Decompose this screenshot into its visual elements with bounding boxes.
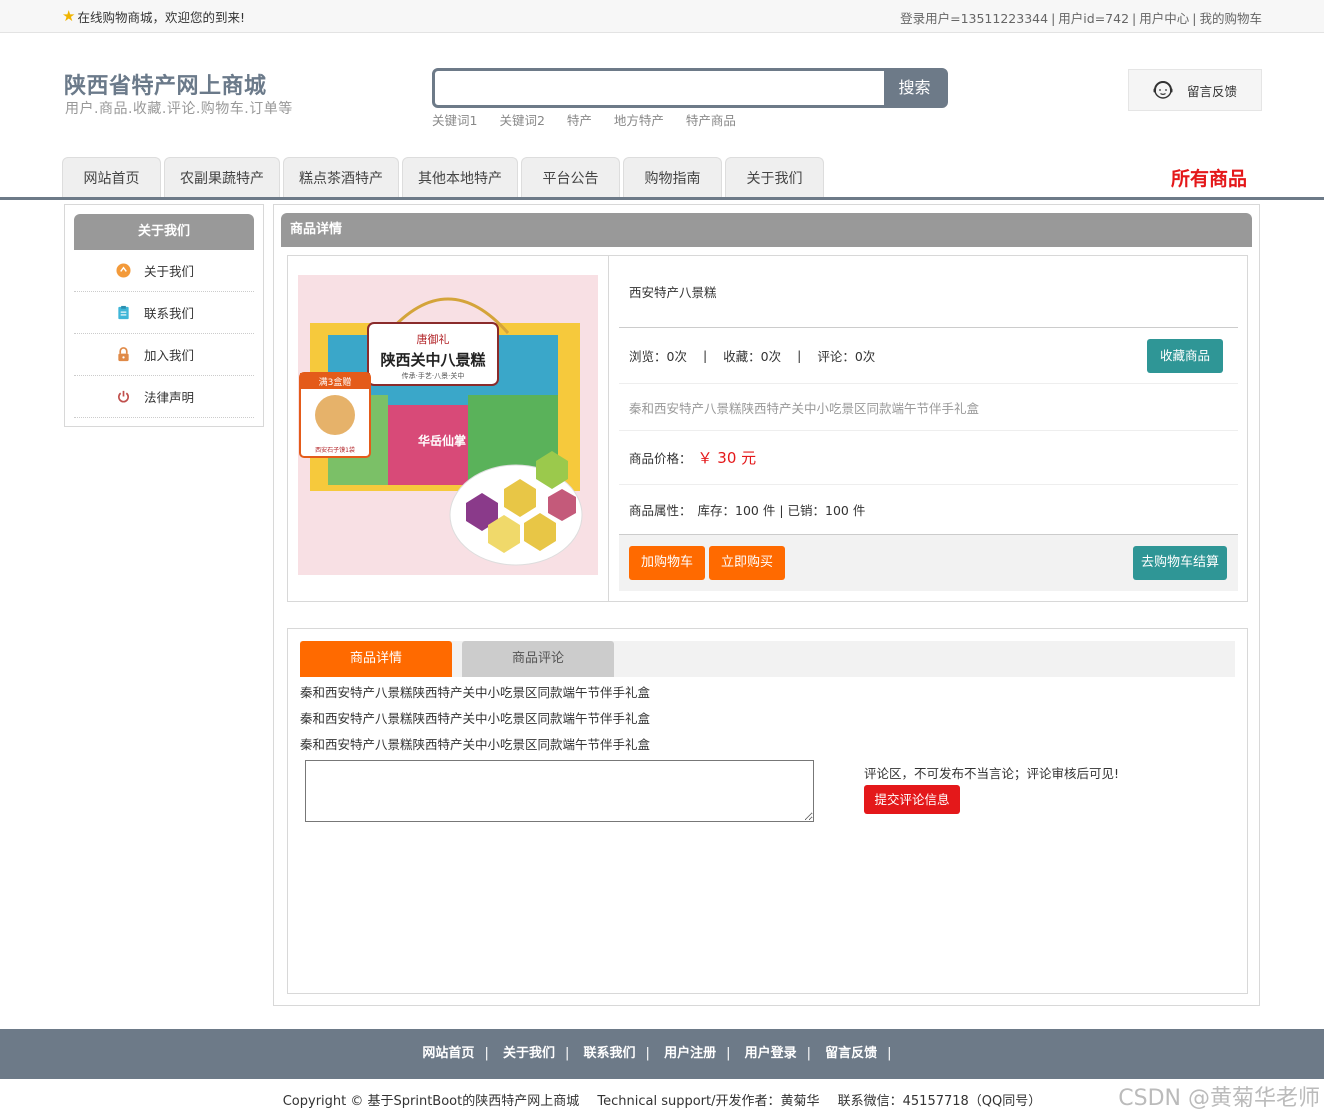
search-keywords: 关键词1 关键词2 特产 地方特产 特产商品 xyxy=(432,110,754,129)
comments-count: 评论：0次 xyxy=(817,349,876,364)
sidebar-item-join[interactable]: 加入我们 xyxy=(74,334,254,376)
box-tagline-text: 传承·手艺·八景·关中 xyxy=(402,371,465,380)
comment-textarea[interactable] xyxy=(305,760,814,822)
product-description-row: 秦和西安特产八景糕陕西特产关中小吃景区同款端午节伴手礼盒 xyxy=(619,384,1238,431)
nav-tab-home[interactable]: 网站首页 xyxy=(62,157,161,197)
welcome-text: 在线购物商城，欢迎您的到来! xyxy=(77,10,245,25)
detail-line: 秦和西安特产八景糕陕西特产关中小吃景区同款端午节伴手礼盒 xyxy=(300,737,651,752)
nav-tab-pastry[interactable]: 糕点茶酒特产 xyxy=(283,157,399,197)
product-description: 秦和西安特产八景糕陕西特产关中小吃景区同款端午节伴手礼盒 xyxy=(629,400,980,416)
checkout-button[interactable]: 去购物车结算 xyxy=(1133,546,1227,580)
tab-product-details[interactable]: 商品详情 xyxy=(300,641,452,677)
sidebar-item-label: 关于我们 xyxy=(144,264,195,279)
contact-text: 联系微信：45157718（QQ同号） xyxy=(837,1094,1042,1109)
user-center-link[interactable]: 用户中心 xyxy=(1139,11,1189,26)
welcome-message: ★ 在线购物商城，欢迎您的到来! xyxy=(62,7,245,26)
product-detail: 唐御礼 陕西关中八景糕 传承·手艺·八景·关中 满3盒赠 西安石子馍1袋 华岳仙… xyxy=(287,255,1248,602)
main-content: 商品详情 唐御礼 陕西关中八景糕 传承·手艺·八景·关中 满3盒赠 西安石子馍1… xyxy=(273,204,1260,1006)
keyword-link[interactable]: 特产 xyxy=(567,113,592,128)
user-id-link[interactable]: 用户id=742 xyxy=(1058,11,1129,26)
sidebar-item-label: 法律声明 xyxy=(144,390,195,405)
all-goods-link[interactable]: 所有商品 xyxy=(1171,164,1247,191)
nav-tab-guide[interactable]: 购物指南 xyxy=(623,157,722,197)
attr-label: 商品属性： xyxy=(629,503,692,518)
product-tabs: 商品详情 商品评论 秦和西安特产八景糕陕西特产关中小吃景区同款端午节伴手礼盒 秦… xyxy=(287,628,1248,994)
keyword-link[interactable]: 关键词2 xyxy=(499,113,544,128)
feedback-label: 留言反馈 xyxy=(1187,83,1238,99)
support-text: Technical support/开发作者：黄菊华 xyxy=(597,1094,820,1109)
search-button[interactable]: 搜索 xyxy=(884,71,945,105)
tab-bar: 商品详情 商品评论 xyxy=(300,641,1235,677)
search-box: 搜索 xyxy=(432,68,948,108)
tab-product-comments[interactable]: 商品评论 xyxy=(462,641,614,677)
star-icon: ★ xyxy=(62,7,76,25)
search-input[interactable] xyxy=(435,71,885,105)
keyword-link[interactable]: 特产商品 xyxy=(686,113,736,128)
footer-link-about[interactable]: 关于我们 xyxy=(503,1046,555,1061)
submit-comment-button[interactable]: 提交评论信息 xyxy=(864,785,960,814)
footer-link-register[interactable]: 用户注册 xyxy=(664,1046,716,1061)
views-count: 浏览：0次 xyxy=(629,349,687,364)
product-price-row: 商品价格： ￥ 30 元 xyxy=(619,431,1238,485)
nav-tab-other[interactable]: 其他本地特产 xyxy=(402,157,518,197)
nav-tab-produce[interactable]: 农副果蔬特产 xyxy=(164,157,280,197)
product-name-row: 西安特产八景糕 xyxy=(619,256,1238,328)
sidebar: 关于我们 关于我们 联系我们 加入我们 法律声明 xyxy=(64,204,264,427)
price-value: ￥ 30 元 xyxy=(697,449,757,467)
comment-notice: 评论区，不可发布不当言论；评论审核后可见! xyxy=(864,766,1120,781)
product-image[interactable]: 唐御礼 陕西关中八景糕 传承·手艺·八景·关中 满3盒赠 西安石子馍1袋 华岳仙… xyxy=(298,275,598,575)
price-label: 商品价格： xyxy=(629,451,692,466)
footer-link-login[interactable]: 用户登录 xyxy=(745,1046,797,1061)
product-image-wrapper: 唐御礼 陕西关中八景糕 传承·手艺·八景·关中 满3盒赠 西安石子馍1袋 华岳仙… xyxy=(288,256,609,601)
top-bar: ★ 在线购物商城，欢迎您的到来! 登录用户=13511223344 | 用户id=7… xyxy=(0,0,1324,33)
side-title-text: 华岳仙掌 xyxy=(418,433,466,448)
product-attr-row: 商品属性： 库存：100 件 | 已销：100 件 xyxy=(619,485,1238,535)
site-title[interactable]: 陕西省特产网上商城 xyxy=(64,68,267,100)
site-subtitle: 用户.商品.收藏.评论.购物车.订单等 xyxy=(65,101,293,117)
keyword-link[interactable]: 关键词1 xyxy=(432,113,477,128)
clipboard-icon xyxy=(118,305,129,320)
my-cart-link[interactable]: 我的购物车 xyxy=(1199,11,1262,26)
favorites-count: 收藏：0次 xyxy=(723,349,782,364)
sidebar-item-label: 联系我们 xyxy=(144,306,195,321)
promo-text: 满3盒赠 xyxy=(319,376,352,388)
power-icon xyxy=(118,390,129,403)
orange-circle-icon xyxy=(116,263,131,278)
sidebar-item-contact[interactable]: 联系我们 xyxy=(74,292,254,334)
brand-text: 唐御礼 xyxy=(417,332,450,346)
sidebar-item-legal[interactable]: 法律声明 xyxy=(74,376,254,418)
sidebar-item-label: 加入我们 xyxy=(144,348,195,363)
customer-service-icon xyxy=(1153,81,1173,99)
detail-line: 秦和西安特产八景糕陕西特产关中小吃景区同款端午节伴手礼盒 xyxy=(300,711,651,726)
buy-now-button[interactable]: 立即购买 xyxy=(709,546,785,580)
lock-icon xyxy=(118,347,129,362)
promo-sub-text: 西安石子馍1袋 xyxy=(315,446,355,454)
user-links: 登录用户=13511223344 | 用户id=742 | 用户中心 | 我的购物车 xyxy=(900,11,1262,26)
sidebar-item-about[interactable]: 关于我们 xyxy=(74,250,254,292)
detail-line: 秦和西安特产八景糕陕西特产关中小吃景区同款端午节伴手礼盒 xyxy=(300,685,651,700)
watermark: CSDN @黄菊华老师 xyxy=(1118,1086,1320,1111)
feedback-button[interactable]: 留言反馈 xyxy=(1128,69,1262,111)
footer-link-contact[interactable]: 联系我们 xyxy=(584,1046,636,1061)
add-to-cart-button[interactable]: 加购物车 xyxy=(629,546,705,580)
keyword-link[interactable]: 地方特产 xyxy=(614,113,664,128)
sidebar-title: 关于我们 xyxy=(74,214,254,250)
attr-value: 库存：100 件 | 已销：100 件 xyxy=(697,503,866,518)
section-title: 商品详情 xyxy=(281,213,1252,247)
footer-link-feedback[interactable]: 留言反馈 xyxy=(825,1046,877,1061)
product-stats-row: 浏览：0次 | 收藏：0次 | 评论：0次 收藏商品 xyxy=(619,328,1238,384)
login-user-link[interactable]: 登录用户=13511223344 xyxy=(900,11,1048,26)
footer-nav: 网站首页 | 关于我们 | 联系我们 | 用户注册 | 用户登录 | 留言反馈 | xyxy=(0,1029,1324,1079)
product-photo: 唐御礼 陕西关中八景糕 传承·手艺·八景·关中 满3盒赠 西安石子馍1袋 华岳仙… xyxy=(298,275,598,575)
copyright-text: Copyright © 基于SprintBoot的陕西特产网上商城 xyxy=(282,1094,580,1109)
main-nav: 网站首页 农副果蔬特产 糕点茶酒特产 其他本地特产 平台公告 购物指南 关于我们 xyxy=(62,157,827,197)
nav-tab-notice[interactable]: 平台公告 xyxy=(521,157,620,197)
product-actions-row: 加购物车 立即购买 去购物车结算 xyxy=(619,535,1238,591)
nav-divider xyxy=(0,197,1324,200)
nav-tab-about[interactable]: 关于我们 xyxy=(725,157,824,197)
footer-link-home[interactable]: 网站首页 xyxy=(422,1046,474,1061)
product-name: 西安特产八景糕 xyxy=(629,285,717,300)
favorite-button[interactable]: 收藏商品 xyxy=(1147,339,1223,373)
box-title-text: 陕西关中八景糕 xyxy=(380,351,485,369)
